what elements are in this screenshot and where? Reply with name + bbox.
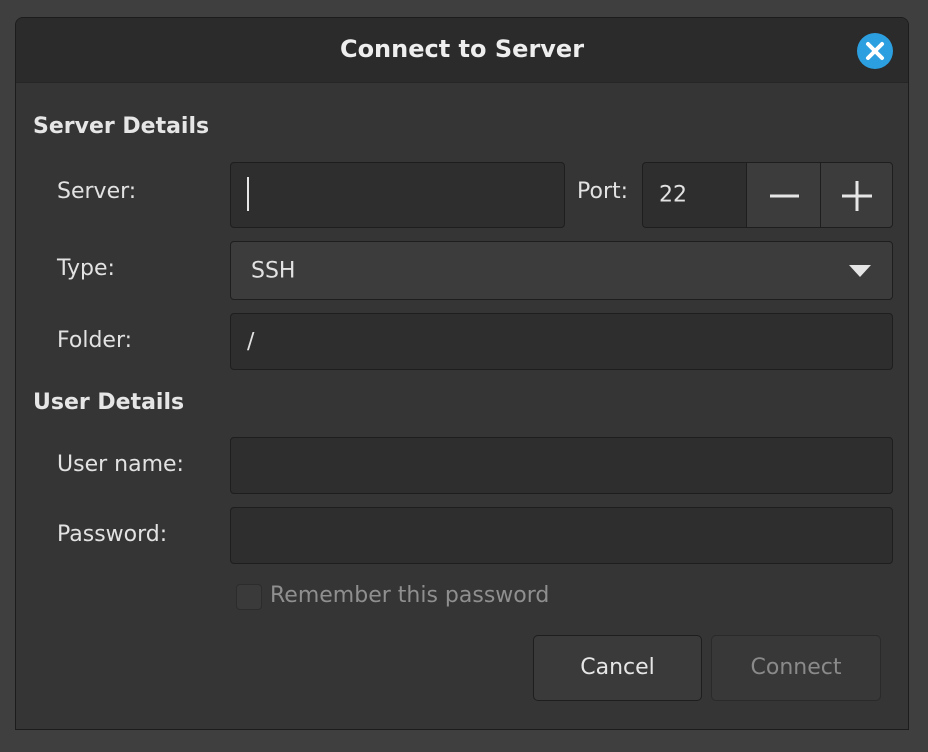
chevron-down-icon	[849, 265, 871, 277]
remember-password-label[interactable]: Remember this password	[270, 583, 549, 608]
port-spinbutton: 22	[642, 162, 893, 228]
password-input[interactable]	[230, 507, 893, 564]
cancel-button[interactable]: Cancel	[533, 635, 702, 701]
folder-label: Folder:	[57, 328, 133, 353]
close-button[interactable]	[857, 33, 893, 69]
folder-input[interactable]: /	[230, 313, 893, 370]
type-label: Type:	[57, 256, 115, 281]
password-label: Password:	[57, 522, 168, 547]
server-details-heading: Server Details	[33, 114, 210, 139]
username-input[interactable]	[230, 437, 893, 494]
text-caret	[247, 177, 249, 211]
titlebar: Connect to Server	[16, 18, 908, 83]
type-value: SSH	[251, 258, 296, 283]
close-icon	[866, 42, 884, 60]
username-label: User name:	[57, 452, 184, 477]
user-details-heading: User Details	[33, 390, 185, 415]
connect-button[interactable]: Connect	[711, 635, 881, 701]
folder-value: /	[247, 329, 255, 354]
port-decrement-button[interactable]	[746, 162, 821, 228]
server-input[interactable]	[230, 162, 565, 228]
port-increment-button[interactable]	[820, 162, 893, 228]
type-dropdown[interactable]: SSH	[230, 241, 893, 300]
minus-icon	[770, 194, 799, 198]
remember-password-checkbox[interactable]	[236, 584, 262, 610]
port-label: Port:	[577, 179, 629, 204]
server-label: Server:	[57, 179, 137, 204]
connect-to-server-dialog: Connect to Server Server Details Server:…	[15, 17, 909, 730]
port-value: 22	[659, 182, 687, 208]
port-input[interactable]: 22	[642, 162, 747, 228]
plus-icon	[842, 181, 872, 211]
dialog-title: Connect to Server	[339, 35, 585, 63]
